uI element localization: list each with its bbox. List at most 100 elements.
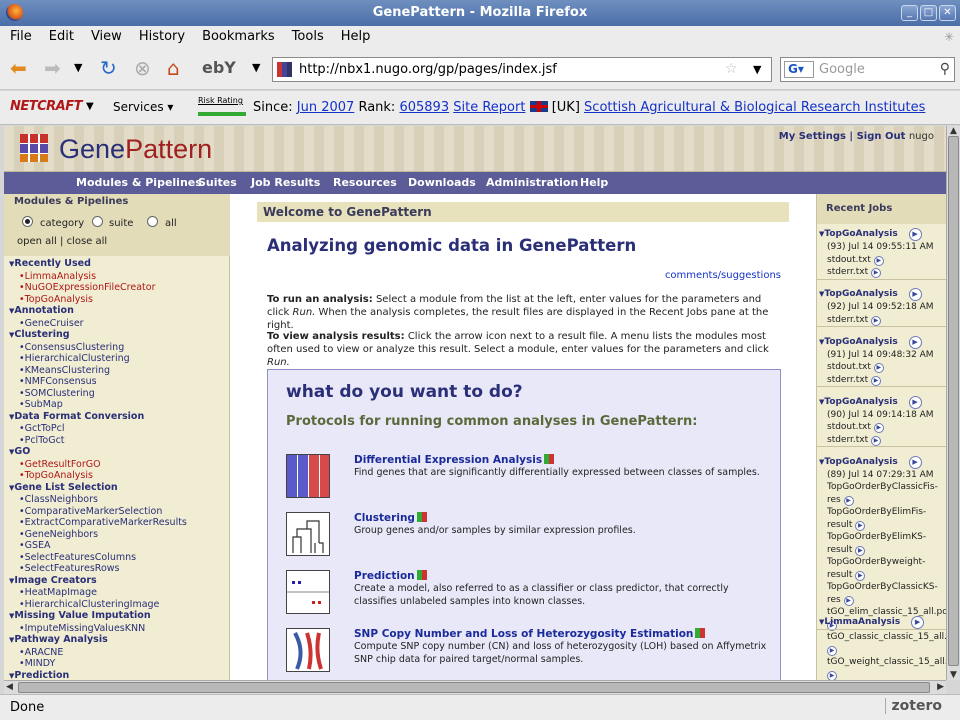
tree-module[interactable]: GSEA <box>9 540 229 552</box>
protocol-title[interactable]: Clustering <box>354 512 427 524</box>
scroll-up-icon[interactable]: ▲ <box>950 126 957 136</box>
tree-module[interactable]: TopGoAnalysis <box>9 294 229 306</box>
file-menu-icon[interactable]: ▶ <box>873 255 884 266</box>
nav-downloads[interactable]: Downloads <box>408 176 476 189</box>
tree-category[interactable]: Recently Used <box>9 258 229 271</box>
search-bar[interactable]: G▾ Google ⚲ <box>780 57 955 82</box>
tree-module[interactable]: PclToGct <box>9 435 229 447</box>
sign-out-link[interactable]: Sign Out <box>857 131 906 142</box>
organisation-link[interactable]: Scottish Agricultural & Biological Resea… <box>584 100 925 115</box>
scroll-left-icon[interactable]: ◀ <box>6 682 13 692</box>
tree-module[interactable]: HierarchicalClustering <box>9 353 229 365</box>
menu-history[interactable]: History <box>129 26 192 44</box>
back-icon[interactable]: ⬅ <box>10 56 27 80</box>
job-name[interactable]: TopGoAnalysis <box>819 397 898 407</box>
protocol-title[interactable]: Prediction <box>354 570 427 582</box>
services-menu[interactable]: Services ▾ <box>113 100 173 114</box>
external-link-icon[interactable] <box>416 570 427 580</box>
tree-category[interactable]: Data Format Conversion <box>9 411 229 424</box>
horizontal-scrollbar[interactable]: ◀ ▶ <box>4 680 946 694</box>
tree-module[interactable]: SubMap <box>9 399 229 411</box>
job-file[interactable]: tGO_classic_classic_15_all.p ▶ <box>827 631 946 656</box>
home-icon[interactable]: ⌂ <box>167 56 180 80</box>
menu-edit[interactable]: Edit <box>39 26 81 44</box>
nav-resources[interactable]: Resources <box>333 176 397 189</box>
tree-module[interactable]: ARACNE <box>9 647 229 659</box>
menu-bookmarks[interactable]: Bookmarks <box>192 26 282 44</box>
file-menu-icon[interactable]: ▶ <box>843 495 854 506</box>
radio-category[interactable] <box>22 216 33 227</box>
file-menu-icon[interactable]: ▶ <box>855 570 866 581</box>
job-menu-icon[interactable]: ▶ <box>908 228 922 241</box>
netcraft-logo[interactable]: NETCRAFT <box>10 99 83 114</box>
job-file[interactable]: stdout.txt ▶ <box>827 421 946 434</box>
tree-module[interactable]: GetResultForGO <box>9 459 229 471</box>
search-engine-icon[interactable]: G▾ <box>784 61 814 78</box>
radio-all[interactable] <box>147 216 158 227</box>
job-name[interactable]: TopGoAnalysis <box>819 337 898 347</box>
job-file[interactable]: stderr.txt ▶ <box>827 434 946 447</box>
vertical-scroll-thumb[interactable] <box>948 136 959 666</box>
job-file[interactable]: stderr.txt ▶ <box>827 266 946 279</box>
site-report-link[interactable]: Site Report <box>453 100 525 115</box>
file-menu-icon[interactable]: ▶ <box>871 268 882 278</box>
forward-icon[interactable]: ➡ <box>44 56 61 80</box>
ebay-dropdown-icon[interactable]: ▼ <box>252 56 260 80</box>
job-name[interactable]: TopGoAnalysis <box>819 289 898 299</box>
history-dropdown-icon[interactable]: ▼ <box>74 56 82 80</box>
menu-view[interactable]: View <box>81 26 129 44</box>
tree-module[interactable]: SelectFeaturesRows <box>9 563 229 575</box>
job-file[interactable]: stdout.txt ▶ <box>827 254 946 267</box>
job-file[interactable]: stderr.txt ▶ <box>827 374 946 387</box>
risk-rating[interactable]: Risk Rating <box>198 96 246 116</box>
file-menu-icon[interactable]: ▶ <box>871 375 882 386</box>
tree-module[interactable]: NuGOExpressionFileCreator <box>9 282 229 294</box>
nav-administration[interactable]: Administration <box>486 176 578 189</box>
tree-category[interactable]: Annotation <box>9 305 229 318</box>
job-name[interactable]: LimmaAnalysis <box>819 617 900 627</box>
menu-tools[interactable]: Tools <box>282 26 331 44</box>
job-menu-icon[interactable]: ▶ <box>908 455 922 469</box>
nav-help[interactable]: Help <box>580 176 608 189</box>
file-menu-icon[interactable]: ▶ <box>855 545 866 556</box>
nav-job-results[interactable]: Job Results <box>251 176 320 189</box>
ebay-icon[interactable]: ebY <box>202 56 236 80</box>
maximize-button[interactable]: □ <box>920 5 937 21</box>
protocol-title[interactable]: Differential Expression Analysis <box>354 454 555 466</box>
tree-module[interactable]: NMFConsensus <box>9 376 229 388</box>
tree-module[interactable]: GctToPcl <box>9 423 229 435</box>
job-file[interactable]: stderr.txt ▶ <box>827 314 946 327</box>
tree-module[interactable]: ImputeMissingValuesKNN <box>9 623 229 635</box>
job-menu-icon[interactable]: ▶ <box>908 288 922 301</box>
tree-category[interactable]: Gene List Selection <box>9 482 229 495</box>
tree-category[interactable]: Pathway Analysis <box>9 634 229 647</box>
reload-icon[interactable]: ↻ <box>100 56 117 80</box>
url-dropdown-icon[interactable]: ▼ <box>753 63 761 76</box>
job-file[interactable]: TopGoOrderByClassicFis-res ▶ <box>827 481 946 506</box>
protocol-title[interactable]: SNP Copy Number and Loss of Heterozygosi… <box>354 628 706 640</box>
menu-help[interactable]: Help <box>331 26 378 44</box>
file-menu-icon[interactable]: ▶ <box>873 363 884 373</box>
tree-category[interactable]: Prediction <box>9 670 229 681</box>
tree-module[interactable]: LimmaAnalysis <box>9 271 229 283</box>
nav-suites[interactable]: Suites <box>198 176 237 189</box>
stop-icon[interactable]: ⊗ <box>134 56 151 80</box>
job-file[interactable]: TopGoOrderByClassicKS-res ▶ <box>827 581 946 606</box>
scroll-right-icon[interactable]: ▶ <box>937 682 944 692</box>
file-menu-icon[interactable]: ▶ <box>827 645 837 656</box>
tree-module[interactable]: HeatMapImage <box>9 587 229 599</box>
tree-category[interactable]: GO <box>9 446 229 459</box>
job-file[interactable]: TopGoOrderByElimFis-result ▶ <box>827 506 946 531</box>
zotero-button[interactable]: zotero <box>884 698 942 714</box>
menu-file[interactable]: File <box>0 26 39 44</box>
file-menu-icon[interactable]: ▶ <box>871 315 882 326</box>
file-menu-icon[interactable]: ▶ <box>873 423 884 433</box>
since-link[interactable]: Jun 2007 <box>297 100 355 115</box>
job-name[interactable]: TopGoAnalysis <box>819 229 898 239</box>
minimize-button[interactable]: _ <box>901 5 918 21</box>
job-file[interactable]: stdout.txt ▶ <box>827 361 946 374</box>
job-menu-icon[interactable]: ▶ <box>908 395 922 409</box>
open-all-link[interactable]: open all <box>17 236 57 247</box>
file-menu-icon[interactable]: ▶ <box>827 670 837 680</box>
tree-category[interactable]: Image Creators <box>9 575 229 588</box>
